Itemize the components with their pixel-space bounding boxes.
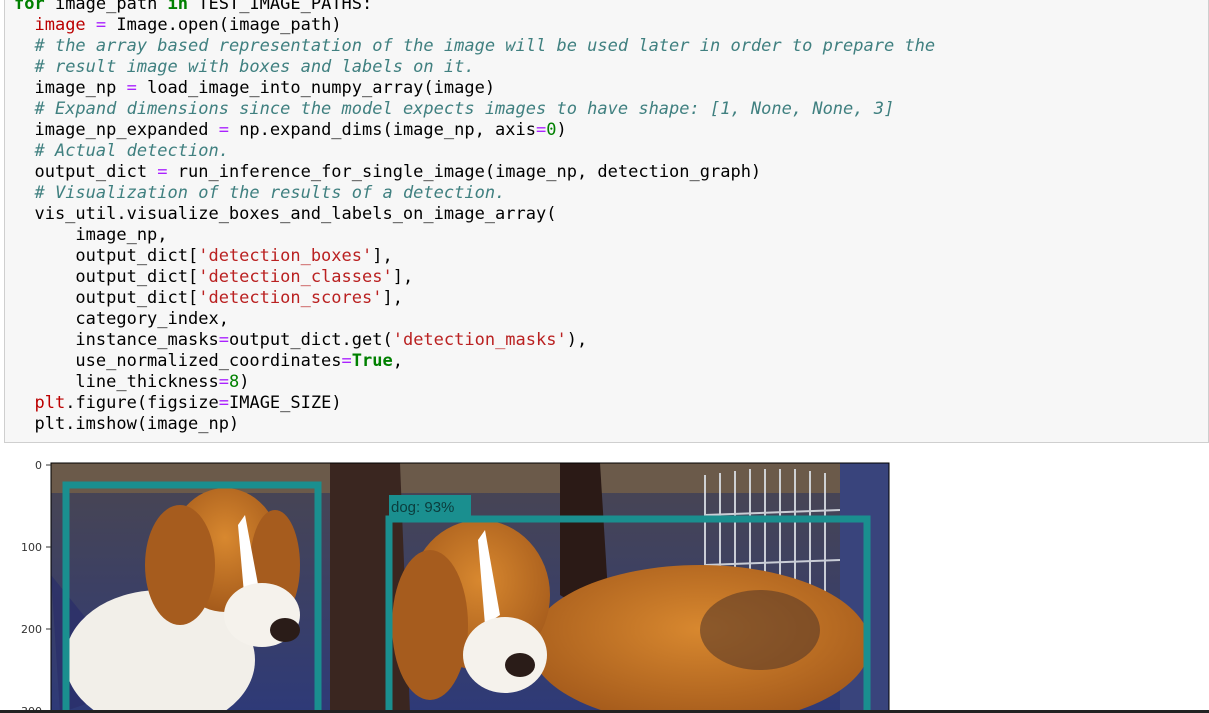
- imshow-figure: 0100200300 dog: 93%: [21, 459, 890, 713]
- code-token: # Expand dimensions since the model expe…: [34, 99, 895, 119]
- code-editor[interactable]: for image_path in TEST_IMAGE_PATHS: imag…: [14, 0, 935, 435]
- code-token: np.expand_dims(image_np, axis: [228, 120, 536, 140]
- code-token: =: [157, 162, 168, 182]
- code-token: 0: [546, 120, 557, 140]
- code-token: plt.imshow(image_np): [14, 414, 240, 434]
- code-line[interactable]: output_dict = run_inference_for_single_i…: [14, 162, 935, 183]
- code-token: ),: [566, 330, 588, 350]
- code-cell[interactable]: for image_path in TEST_IMAGE_PATHS: imag…: [4, 0, 1209, 443]
- code-token: use_normalized_coordinates: [14, 351, 342, 371]
- code-token: image_np_expanded: [14, 120, 219, 140]
- code-token: category_index,: [14, 309, 229, 329]
- code-token: vis_util.visualize_boxes_and_labels_on_i…: [14, 204, 557, 224]
- output-area: 0 100 200 300 dog: 93%: [0, 455, 1209, 713]
- code-line[interactable]: plt.imshow(image_np): [14, 414, 935, 435]
- code-line[interactable]: image = Image.open(image_path): [14, 15, 935, 36]
- code-token: image_np,: [14, 225, 168, 245]
- code-token: plt: [34, 393, 66, 413]
- code-token: output_dict[: [14, 267, 199, 287]
- code-token: =: [218, 120, 229, 140]
- code-token: True: [351, 351, 393, 371]
- code-token: =: [536, 120, 547, 140]
- code-token: output_dict: [14, 162, 158, 182]
- code-line[interactable]: use_normalized_coordinates=True,: [14, 351, 935, 372]
- code-token: .figure(figsize: [65, 393, 219, 413]
- code-token: 'detection_boxes': [198, 246, 373, 266]
- code-token: image_path: [44, 0, 168, 14]
- code-token: load_image_into_numpy_array(image): [136, 78, 496, 98]
- code-token: # result image with boxes and labels on …: [34, 57, 475, 77]
- code-line[interactable]: # Actual detection.: [14, 141, 935, 162]
- code-token: 'detection_classes': [198, 267, 393, 287]
- code-token: # the array based representation of the …: [34, 36, 936, 56]
- code-line[interactable]: output_dict['detection_scores'],: [14, 288, 935, 309]
- code-token: =: [95, 15, 107, 35]
- code-token: ): [556, 120, 567, 140]
- code-line[interactable]: image_np,: [14, 225, 935, 246]
- code-line[interactable]: # Expand dimensions since the model expe…: [14, 99, 935, 120]
- code-line[interactable]: category_index,: [14, 309, 935, 330]
- detection-label: dog: 93%: [391, 499, 454, 516]
- code-token: in: [167, 0, 189, 14]
- code-line[interactable]: plt.figure(figsize=IMAGE_SIZE): [14, 393, 935, 414]
- code-token: =: [218, 372, 229, 392]
- code-token: =: [218, 393, 229, 413]
- code-token: 8: [228, 372, 240, 392]
- code-token: ],: [392, 267, 414, 287]
- code-token: ): [239, 372, 250, 392]
- code-token: output_dict.get(: [228, 330, 393, 350]
- code-token: 'detection_masks': [392, 330, 567, 350]
- code-line[interactable]: for image_path in TEST_IMAGE_PATHS:: [14, 0, 935, 15]
- code-token: IMAGE_SIZE): [228, 393, 342, 413]
- code-line[interactable]: # result image with boxes and labels on …: [14, 57, 935, 78]
- code-token: TEST_IMAGE_PATHS:: [188, 0, 373, 14]
- code-token: ],: [382, 288, 403, 308]
- code-line[interactable]: line_thickness=8): [14, 372, 935, 393]
- y-tick-label: 0: [35, 459, 42, 472]
- code-token: line_thickness: [14, 372, 219, 392]
- code-token: =: [218, 330, 229, 350]
- code-line[interactable]: output_dict['detection_boxes'],: [14, 246, 935, 267]
- code-token: # Actual detection.: [34, 141, 229, 161]
- y-tick-label: 200: [21, 623, 42, 636]
- code-line[interactable]: image_np_expanded = np.expand_dims(image…: [14, 120, 935, 141]
- code-token: for: [14, 0, 45, 14]
- code-line[interactable]: instance_masks=output_dict.get('detectio…: [14, 330, 935, 351]
- code-line[interactable]: image_np = load_image_into_numpy_array(i…: [14, 78, 935, 99]
- code-token: image_np: [14, 78, 127, 98]
- y-tick-label: 100: [21, 541, 42, 554]
- code-line[interactable]: output_dict['detection_classes'],: [14, 267, 935, 288]
- code-line[interactable]: vis_util.visualize_boxes_and_labels_on_i…: [14, 204, 935, 225]
- code-token: 'detection_scores': [198, 288, 383, 308]
- code-token: # Visualization of the results of a dete…: [34, 183, 506, 203]
- code-token: image: [34, 15, 86, 35]
- code-line[interactable]: # the array based representation of the …: [14, 36, 935, 57]
- code-line[interactable]: # Visualization of the results of a dete…: [14, 183, 935, 204]
- code-token: ,: [392, 351, 403, 371]
- code-token: =: [126, 78, 137, 98]
- code-token: instance_masks: [14, 330, 219, 350]
- code-token: Image.open(image_path): [106, 15, 342, 35]
- y-axis: 0100200300: [21, 459, 51, 713]
- code-token: run_inference_for_single_image(image_np,…: [167, 162, 762, 182]
- code-token: ],: [372, 246, 393, 266]
- code-token: =: [341, 351, 352, 371]
- code-token: output_dict[: [14, 288, 199, 308]
- code-token: output_dict[: [14, 246, 199, 266]
